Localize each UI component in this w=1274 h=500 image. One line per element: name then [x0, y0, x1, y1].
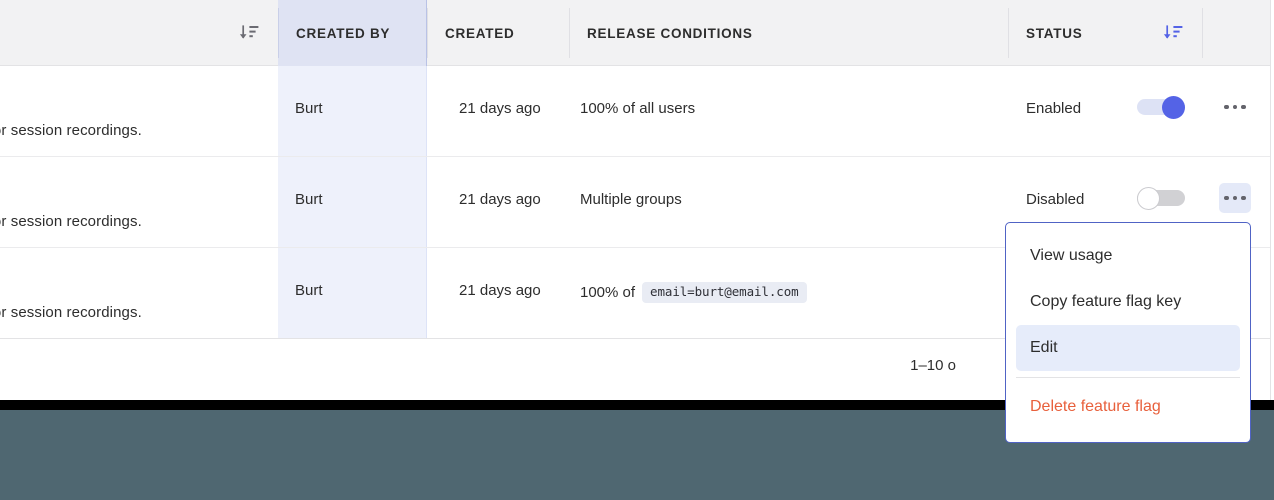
cell-created: 21 days ago: [459, 100, 541, 117]
row-actions-menu-button[interactable]: [1219, 92, 1251, 122]
sort-descending-icon[interactable]: [238, 22, 260, 44]
toggle-knob: [1137, 187, 1160, 210]
release-conditions-text: 100% of: [580, 284, 636, 302]
column-header-label-status: STATUS: [1026, 25, 1083, 41]
ellipsis-icon: [1241, 195, 1246, 201]
status-badge: Enabled: [1026, 100, 1082, 117]
cell-created: 21 days ago: [459, 191, 541, 208]
context-menu-item[interactable]: Delete feature flag: [1016, 384, 1240, 430]
ellipsis-icon: [1224, 195, 1229, 201]
toggle-knob: [1162, 96, 1185, 119]
release-conditions-property-chip: email=burt@email.com: [642, 282, 807, 304]
flag-description: experience for session recordings.: [0, 304, 142, 321]
ellipsis-icon: [1232, 104, 1238, 110]
ellipsis-icon: [1241, 104, 1246, 110]
context-menu-divider: [1016, 377, 1240, 378]
table-right-border: [1270, 0, 1271, 403]
cell-release-conditions: 100% of all users: [580, 100, 695, 117]
ellipsis-icon: [1232, 195, 1238, 201]
flag-description: experience for session recordings.: [0, 122, 142, 139]
column-header-label-release_conditions: RELEASE CONDITIONS: [587, 25, 753, 41]
cell-release-conditions: Multiple groups: [580, 191, 682, 208]
flag-description: experience for session recordings.: [0, 213, 142, 230]
cell-created-by: Burt: [295, 282, 323, 299]
column-header-name[interactable]: [0, 0, 278, 66]
cell-created-by: Burt: [295, 100, 323, 117]
row-actions-menu-button[interactable]: [1219, 183, 1251, 213]
column-header-actions[interactable]: [1202, 0, 1270, 66]
column-header-release_conditions[interactable]: RELEASE CONDITIONS: [569, 0, 1008, 66]
column-header-created[interactable]: CREATED: [427, 0, 569, 66]
context-menu-item[interactable]: Copy feature flag key: [1016, 279, 1240, 325]
table-row[interactable]: experience for session recordings. Burt 21…: [0, 66, 1271, 157]
status-badge: Disabled: [1026, 191, 1085, 208]
row-actions-context-menu[interactable]: View usage Copy feature flag key Edit Delet…: [1005, 222, 1251, 443]
column-header-label-created_by: CREATED BY: [296, 25, 391, 41]
cell-created: 21 days ago: [459, 282, 541, 299]
cell-created-by: Burt: [295, 191, 323, 208]
screen-root: CREATED BY CREATED RELEASE CONDITIONS STATU…: [0, 0, 1274, 500]
status-toggle-switch[interactable]: [1137, 187, 1185, 210]
column-header-created_by[interactable]: CREATED BY: [278, 0, 427, 66]
pagination-range-label: 1–10 o: [910, 357, 956, 374]
context-menu-item[interactable]: Edit: [1016, 325, 1240, 371]
column-header-label-created: CREATED: [445, 25, 515, 41]
release-conditions-text: Multiple groups: [580, 191, 682, 208]
sort-descending-icon[interactable]: [1162, 22, 1184, 44]
column-header-status[interactable]: STATUS: [1008, 0, 1202, 66]
context-menu-item[interactable]: View usage: [1016, 233, 1240, 279]
release-conditions-text: 100% of all users: [580, 100, 696, 117]
ellipsis-icon: [1224, 104, 1229, 110]
cell-release-conditions: 100% of email=burt@email.com: [580, 282, 807, 304]
status-toggle-switch[interactable]: [1137, 96, 1185, 119]
table-header-row: CREATED BY CREATED RELEASE CONDITIONS STATU…: [0, 0, 1271, 66]
